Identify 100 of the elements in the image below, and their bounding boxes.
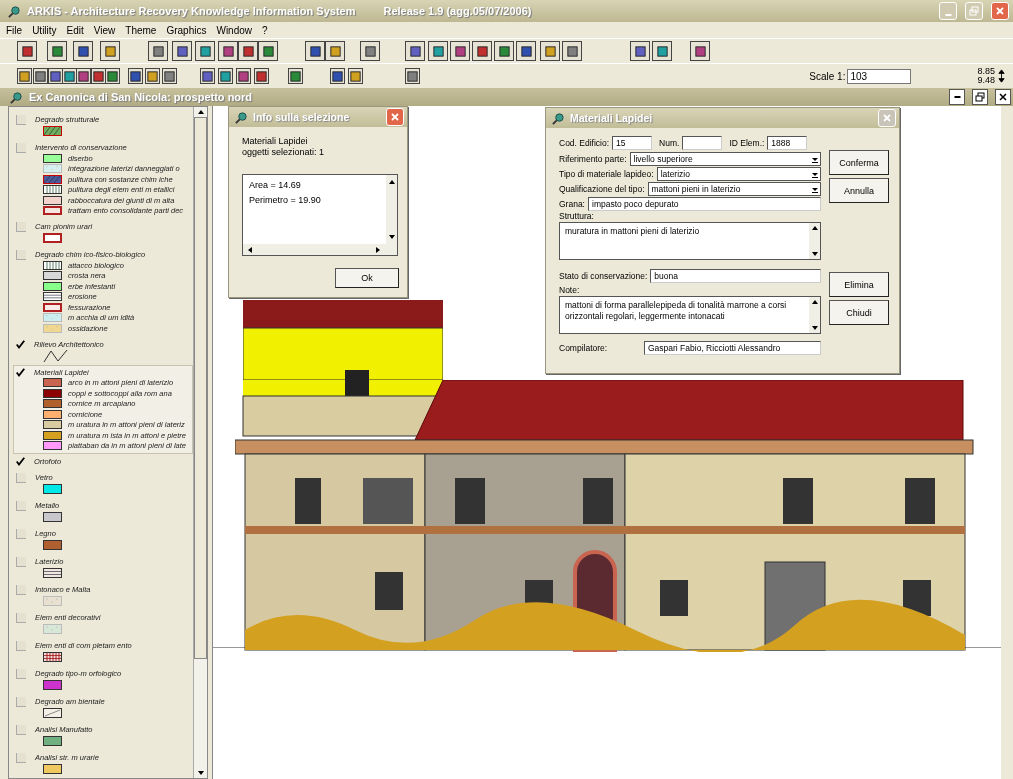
- toolbar-button[interactable]: [76, 68, 91, 84]
- vertical-scrollbar[interactable]: [386, 175, 397, 244]
- toolbar-button[interactable]: [258, 41, 278, 61]
- checkbox[interactable]: [16, 668, 26, 679]
- checkbox[interactable]: [16, 724, 26, 735]
- toolbar-button[interactable]: [218, 68, 233, 84]
- input-field[interactable]: impasto poco depurato: [588, 196, 821, 211]
- close-icon: [390, 112, 400, 122]
- toolbar-button[interactable]: [690, 41, 710, 61]
- text-area[interactable]: muratura in mattoni pieni di laterizio: [559, 222, 821, 260]
- vertical-scrollbar[interactable]: [809, 297, 820, 333]
- vertical-scrollbar[interactable]: [809, 223, 820, 259]
- dialog-button[interactable]: Elimina: [829, 272, 889, 297]
- toolbar-button[interactable]: [348, 68, 363, 84]
- dropdown[interactable]: laterizio: [656, 166, 821, 181]
- toolbar-button[interactable]: [17, 68, 32, 84]
- toolbar-button[interactable]: [405, 41, 425, 61]
- dialog-button[interactable]: Annulla: [829, 178, 889, 203]
- checkbox[interactable]: [16, 500, 26, 511]
- toolbar-button[interactable]: [428, 41, 448, 61]
- checkbox[interactable]: [16, 612, 26, 623]
- toolbar-button[interactable]: [100, 41, 120, 61]
- checkbox[interactable]: [16, 339, 25, 349]
- toolbar-button[interactable]: [652, 41, 672, 61]
- menu-item[interactable]: Window: [216, 24, 253, 36]
- list-item[interactable]: Area = 14.69: [249, 180, 380, 190]
- menu-item[interactable]: View: [93, 24, 116, 36]
- toolbar-button[interactable]: [540, 41, 560, 61]
- checkbox[interactable]: [16, 367, 25, 377]
- toolbar-button[interactable]: [630, 41, 650, 61]
- toolbar-button[interactable]: [325, 41, 345, 61]
- toolbar-button[interactable]: [172, 41, 192, 61]
- toolbar-button[interactable]: [162, 68, 177, 84]
- toolbar-button[interactable]: [145, 68, 160, 84]
- toolbar-button[interactable]: [105, 68, 120, 84]
- close-button[interactable]: [995, 89, 1011, 105]
- toolbar-button[interactable]: [148, 41, 168, 61]
- toolbar-button[interactable]: [33, 68, 48, 84]
- minimize-button[interactable]: [949, 89, 965, 105]
- toolbar-button[interactable]: [450, 41, 470, 61]
- info-text: Materiali Lapidei: [242, 136, 309, 147]
- square-icon: [308, 44, 322, 58]
- input-field[interactable]: [682, 135, 723, 150]
- scrollbar-thumb[interactable]: [194, 117, 207, 659]
- checkbox[interactable]: [16, 556, 26, 567]
- toolbar-button[interactable]: [516, 41, 536, 61]
- square-icon: [497, 44, 511, 58]
- toolbar-button[interactable]: [494, 41, 514, 61]
- toolbar-button[interactable]: [288, 68, 303, 84]
- toolbar-button[interactable]: [128, 68, 143, 84]
- toolbar-button[interactable]: [562, 41, 582, 61]
- checkbox[interactable]: [16, 221, 26, 232]
- checkbox[interactable]: [16, 696, 26, 707]
- input-field[interactable]: 15: [612, 135, 653, 150]
- menu-item[interactable]: Utility: [32, 24, 57, 36]
- toolbar-button[interactable]: [305, 41, 325, 61]
- menu-item[interactable]: Edit: [66, 24, 84, 36]
- horizontal-scrollbar[interactable]: [243, 244, 397, 255]
- toolbar-button[interactable]: [330, 68, 345, 84]
- checkbox[interactable]: [16, 472, 26, 483]
- toolbar-button[interactable]: [360, 41, 380, 61]
- field-label: Grana:: [559, 198, 585, 209]
- scale-field[interactable]: 103: [847, 68, 912, 84]
- square-icon: [289, 69, 302, 83]
- toolbar-button[interactable]: [17, 41, 37, 61]
- input-field[interactable]: 1888: [767, 135, 808, 150]
- toolbar-button[interactable]: [218, 41, 238, 61]
- toolbar-button[interactable]: [254, 68, 269, 84]
- checkbox[interactable]: [16, 457, 25, 466]
- checkbox[interactable]: [16, 528, 26, 539]
- menu-item[interactable]: Theme: [125, 24, 157, 36]
- toolbar-button[interactable]: [195, 41, 215, 61]
- menu-item[interactable]: Graphics: [166, 24, 207, 36]
- checkbox[interactable]: [16, 142, 26, 153]
- list-item[interactable]: Perimetro = 19.90: [249, 195, 380, 205]
- toolbar-button[interactable]: [405, 68, 420, 84]
- toolbar-button[interactable]: [472, 41, 492, 61]
- menu-item[interactable]: ?: [262, 24, 268, 36]
- toolbar-button[interactable]: [236, 68, 251, 84]
- toolbar-button[interactable]: [200, 68, 215, 84]
- input-field[interactable]: Gaspari Fabio, Ricciotti Alessandro: [644, 340, 821, 355]
- menu-item[interactable]: File: [6, 24, 23, 36]
- checkbox[interactable]: [16, 584, 26, 595]
- vertical-scrollbar[interactable]: [193, 107, 207, 778]
- toolbar-button[interactable]: [47, 41, 67, 61]
- dropdown[interactable]: mattoni pieni in laterizio: [647, 181, 821, 196]
- dialog-button[interactable]: Chiudi: [829, 300, 889, 325]
- restore-button[interactable]: [972, 89, 988, 105]
- dialog-button[interactable]: Conferma: [829, 150, 889, 175]
- text-area[interactable]: mattoni di forma parallelepipeda di tonalità marrone a corsi orizzontali regolari, leggermente intonacati: [559, 296, 821, 334]
- toolbar-button[interactable]: [73, 41, 93, 61]
- toolbar-button[interactable]: [238, 41, 258, 61]
- checkbox[interactable]: [16, 114, 26, 125]
- checkbox[interactable]: [16, 640, 26, 651]
- checkbox[interactable]: [16, 249, 26, 260]
- dropdown[interactable]: livello superiore: [629, 151, 821, 166]
- input-field[interactable]: buona: [650, 268, 821, 283]
- ok-button[interactable]: Ok: [335, 268, 399, 288]
- square-icon: [151, 44, 165, 58]
- checkbox[interactable]: [16, 752, 26, 763]
